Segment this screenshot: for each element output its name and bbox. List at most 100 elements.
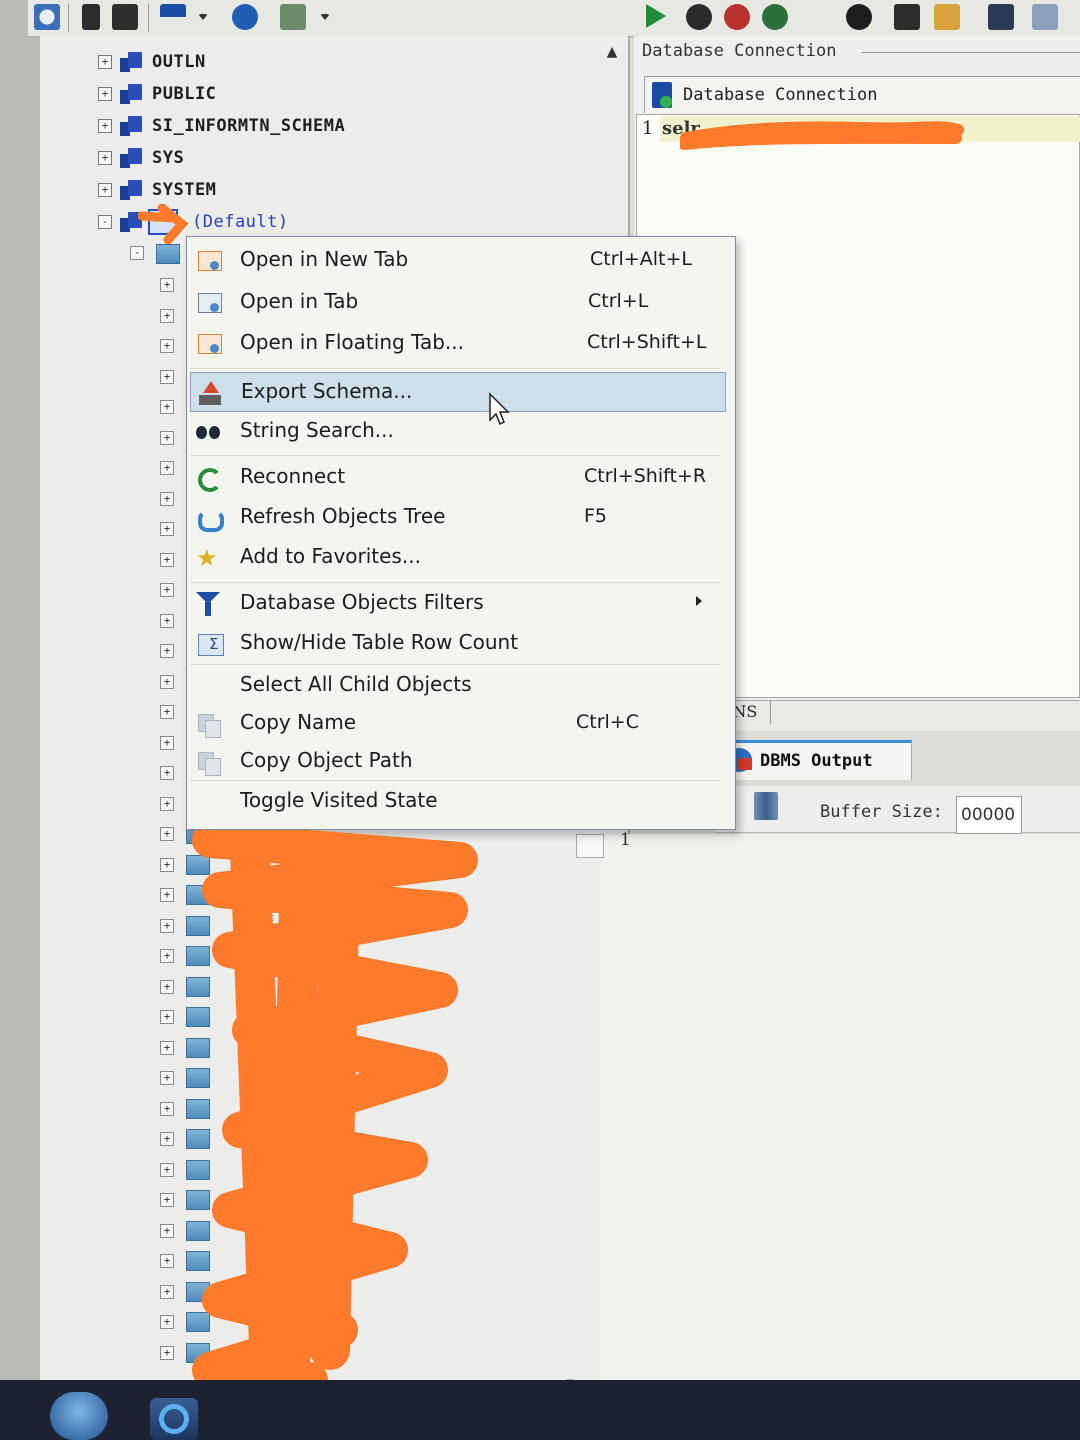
expand-icon[interactable]: + [160, 400, 174, 414]
expand-icon[interactable]: + [160, 1071, 174, 1085]
expand-icon[interactable]: + [160, 1010, 174, 1024]
menu-item-string-search[interactable]: String Search... [190, 412, 726, 450]
expand-icon[interactable]: + [160, 797, 174, 811]
start-button-icon[interactable] [50, 1392, 108, 1440]
menu-item-show-hide-row-count[interactable]: Show/Hide Table Row Count [190, 624, 726, 662]
expand-icon[interactable]: + [160, 309, 174, 323]
expand-icon[interactable]: + [98, 183, 112, 197]
dropdown-arrow-icon[interactable] [320, 14, 330, 20]
expand-icon[interactable]: + [160, 614, 174, 628]
expand-icon[interactable]: + [160, 949, 174, 963]
toolbar-separator [148, 4, 149, 32]
binoculars-icon [196, 420, 222, 444]
menu-separator [190, 664, 720, 665]
menu-item-shortcut: Ctrl+Shift+R [584, 465, 707, 487]
collapse-icon[interactable]: - [130, 246, 144, 260]
expand-icon[interactable]: + [98, 87, 112, 101]
trash-icon[interactable] [754, 792, 778, 820]
menu-item-select-all-child-objects[interactable]: Select All Child Objects [190, 666, 726, 704]
expand-icon[interactable]: + [160, 1163, 174, 1177]
expand-icon[interactable]: + [160, 766, 174, 780]
menu-item-label: Refresh Objects Tree [240, 504, 446, 528]
submenu-arrow-icon [696, 596, 702, 606]
expand-icon[interactable]: + [160, 980, 174, 994]
expand-icon[interactable]: + [160, 1285, 174, 1299]
run-stop-icon[interactable] [724, 4, 750, 30]
menu-item-reconnect[interactable]: Reconnect Ctrl+Shift+R [190, 458, 726, 496]
expand-icon[interactable]: + [98, 151, 112, 165]
expand-icon[interactable]: + [160, 827, 174, 841]
filter-toolbar-icon[interactable] [160, 4, 186, 30]
redaction-scribble [680, 121, 964, 150]
expand-icon[interactable]: + [160, 919, 174, 933]
tree-scroll-up-arrow[interactable]: ▲ [600, 40, 624, 64]
expand-icon[interactable]: + [160, 1132, 174, 1146]
menu-item-label: Select All Child Objects [240, 672, 472, 696]
expand-icon[interactable]: + [160, 553, 174, 567]
buffer-size-input[interactable]: 00000 [956, 796, 1022, 834]
expand-icon[interactable]: + [160, 1254, 174, 1268]
stop-icon[interactable] [846, 4, 872, 30]
compass-toolbar-icon[interactable] [232, 4, 258, 30]
menu-item-database-objects-filters[interactable]: Database Objects Filters [190, 584, 726, 622]
expand-icon[interactable]: + [160, 1193, 174, 1207]
output-scroll-marker [576, 834, 604, 858]
menu-item-copy-object-path[interactable]: Copy Object Path [190, 742, 726, 780]
menu-item-add-to-favorites[interactable]: ★ Add to Favorites... [190, 538, 726, 576]
expand-icon[interactable]: + [98, 55, 112, 69]
expand-icon[interactable]: + [160, 583, 174, 597]
menu-item-open-in-tab[interactable]: Open in Tab Ctrl+L [190, 283, 726, 321]
menu-item-shortcut: Ctrl+C [576, 711, 639, 733]
expand-icon[interactable]: + [98, 119, 112, 133]
menu-item-refresh-objects-tree[interactable]: Refresh Objects Tree F5 [190, 498, 726, 536]
tree-node-schema[interactable]: + SYSTEM [98, 176, 216, 204]
collapse-icon[interactable]: - [98, 215, 112, 229]
expand-icon[interactable]: + [160, 1102, 174, 1116]
schema-icon [120, 116, 142, 136]
expand-icon[interactable]: + [160, 522, 174, 536]
expand-icon[interactable]: + [160, 888, 174, 902]
save-icon[interactable] [894, 4, 920, 30]
expand-icon[interactable]: + [160, 461, 174, 475]
options-toolbar-icon[interactable] [1032, 4, 1058, 30]
pin-toolbar-icon[interactable] [934, 4, 960, 30]
run-icon[interactable] [646, 4, 666, 28]
tree-node-schema[interactable]: + OUTLN [98, 48, 206, 76]
expand-icon[interactable]: + [160, 644, 174, 658]
run-step-icon[interactable] [686, 4, 712, 30]
expand-icon[interactable]: + [160, 1224, 174, 1238]
expand-icon[interactable]: + [160, 431, 174, 445]
expand-icon[interactable]: + [160, 675, 174, 689]
connection-toolbar-icon[interactable] [82, 4, 100, 30]
menu-item-label: Export Schema... [241, 379, 413, 403]
binoculars-toolbar-icon[interactable] [988, 4, 1014, 30]
expand-icon[interactable]: + [160, 339, 174, 353]
expand-icon[interactable]: + [160, 370, 174, 384]
tree-node-label: OUTLN [152, 52, 206, 72]
expand-icon[interactable]: + [160, 1346, 174, 1360]
schema-toolbar-icon[interactable] [280, 4, 306, 30]
buffer-size-label: Buffer Size: [820, 802, 943, 822]
expand-icon[interactable]: + [160, 858, 174, 872]
tree-node-schema[interactable]: + SI_INFORMTN_SCHEMA [98, 112, 345, 140]
dropdown-arrow-icon[interactable] [198, 14, 208, 20]
menu-item-open-in-new-tab[interactable]: Open in New Tab Ctrl+Alt+L [190, 241, 726, 279]
expand-icon[interactable]: + [160, 278, 174, 292]
browser-taskbar-icon[interactable] [150, 1398, 198, 1440]
menu-item-copy-name[interactable]: Copy Name Ctrl+C [190, 704, 726, 742]
tree-node-schema[interactable]: + SYS [98, 144, 184, 172]
expand-icon[interactable]: + [160, 1315, 174, 1329]
dbms-output-area[interactable] [600, 834, 1080, 1380]
menu-item-export-schema[interactable]: Export Schema... [190, 372, 726, 412]
expand-icon[interactable]: + [160, 492, 174, 506]
folder-toolbar-icon[interactable] [112, 4, 138, 30]
expand-icon[interactable]: + [160, 1041, 174, 1055]
tree-node-schema[interactable]: + PUBLIC [98, 80, 216, 108]
menu-item-label: Open in New Tab [240, 247, 409, 271]
refresh-toolbar-icon[interactable] [34, 4, 60, 30]
expand-icon[interactable]: + [160, 736, 174, 750]
menu-item-open-in-floating-tab[interactable]: Open in Floating Tab... Ctrl+Shift+L [190, 324, 726, 362]
expand-icon[interactable]: + [160, 705, 174, 719]
run-debug-icon[interactable] [762, 4, 788, 30]
menu-item-toggle-visited-state[interactable]: Toggle Visited State [190, 782, 726, 820]
